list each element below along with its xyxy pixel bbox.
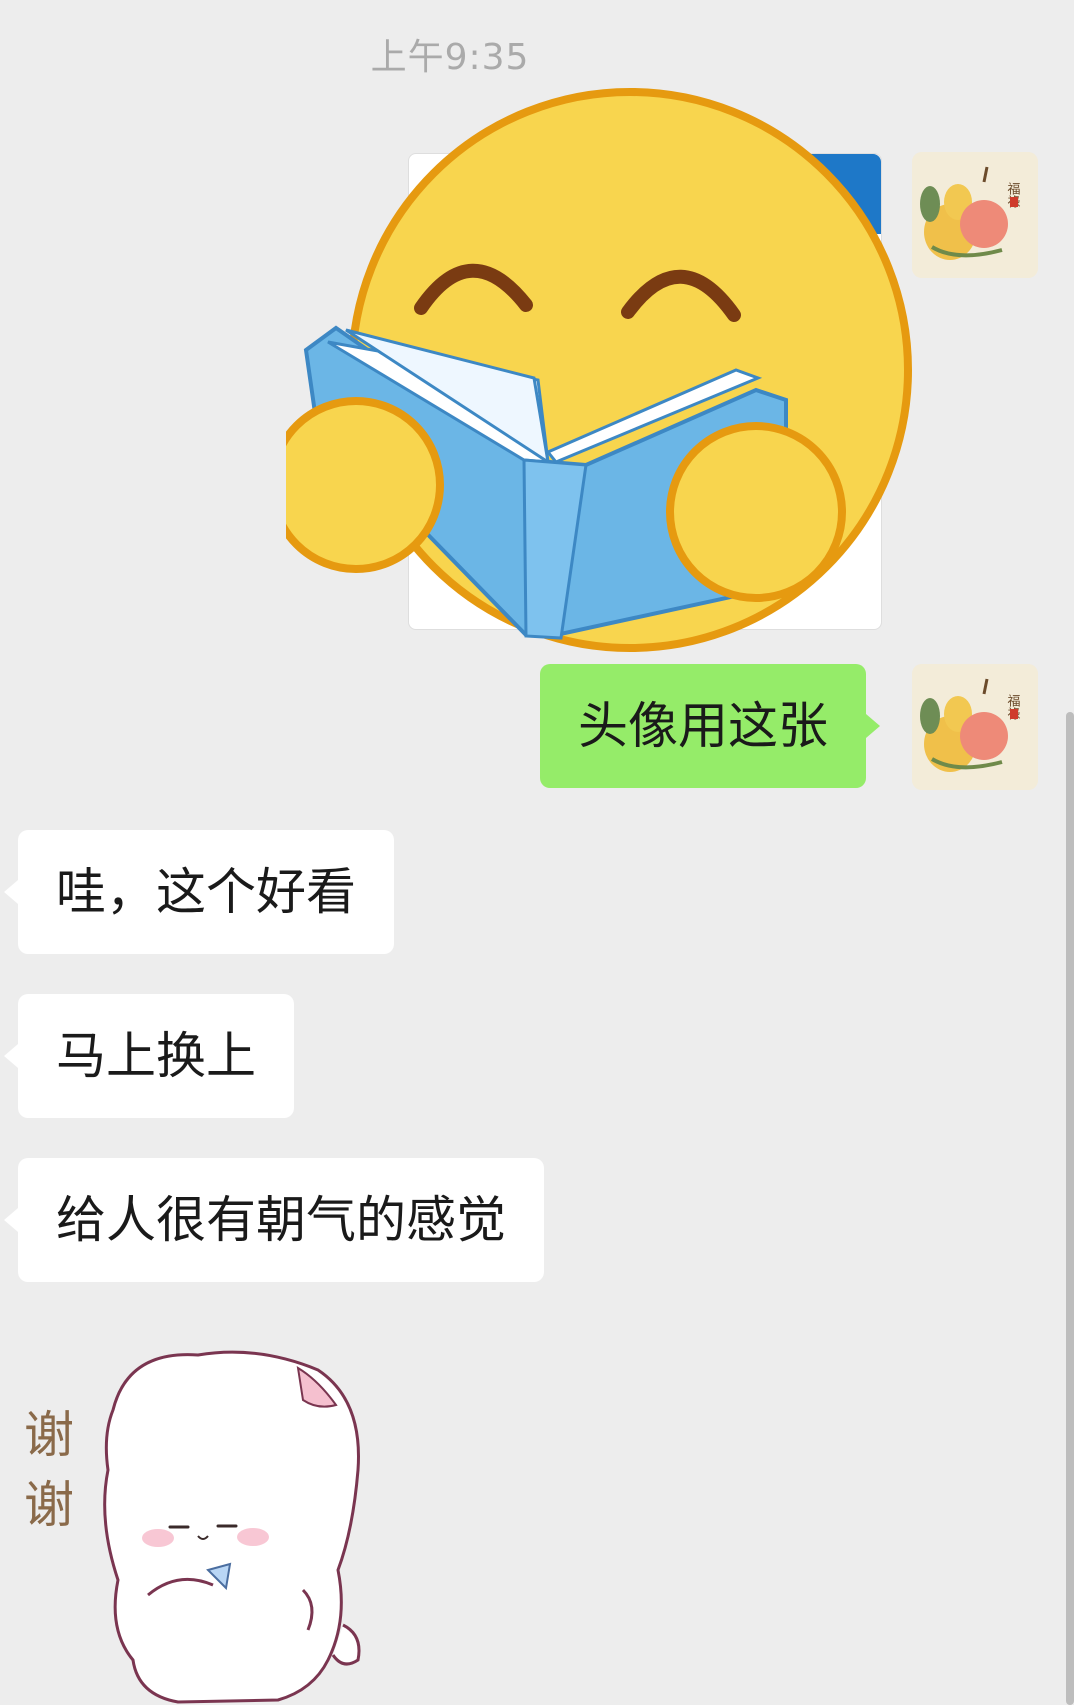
- my-avatar[interactable]: 福祿: [912, 152, 1038, 278]
- received-message-bubble[interactable]: 马上换上: [4, 994, 294, 1118]
- cat-thanks-sticker[interactable]: 谢 谢: [18, 1340, 378, 1705]
- scrollbar[interactable]: [1066, 712, 1074, 1705]
- right-hand: [666, 422, 846, 602]
- my-avatar[interactable]: 福祿: [912, 664, 1038, 790]
- left-hand: [286, 397, 444, 573]
- chat-timestamp: 上午9:35: [370, 37, 530, 78]
- received-message-bubble[interactable]: 给人很有朝气的感觉: [4, 1158, 544, 1282]
- reading-book-emoji-sticker[interactable]: [286, 80, 926, 700]
- received-message-bubble[interactable]: 哇，这个好看: [4, 830, 394, 954]
- fruit-painting-icon: 福祿: [912, 152, 1038, 278]
- fruit-painting-icon: 福祿: [912, 664, 1038, 790]
- sent-message-bubble[interactable]: 头像用这张: [540, 664, 880, 788]
- white-cat-icon: [103, 1350, 361, 1704]
